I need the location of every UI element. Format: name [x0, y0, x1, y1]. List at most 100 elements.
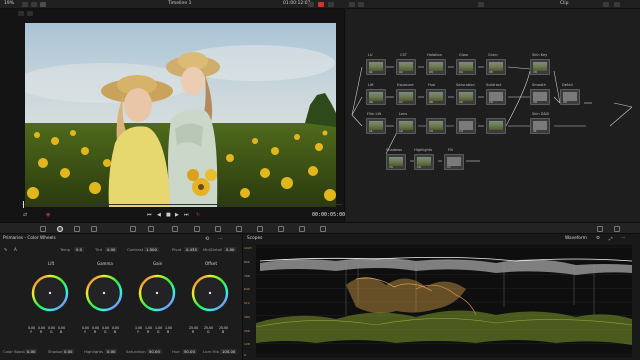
info-icon[interactable] [614, 226, 620, 232]
gamma-wheel[interactable] [85, 274, 123, 312]
shadow-value[interactable]: 0.00 [62, 349, 75, 354]
middetail-label: Mid/Detail [203, 247, 223, 252]
gain-wheel[interactable] [138, 274, 176, 312]
node-14[interactable]: 14 [456, 118, 476, 134]
key-icon[interactable] [278, 226, 284, 232]
node-11[interactable]: 11 [366, 118, 386, 134]
saturation-value[interactable]: 50.00 [147, 349, 162, 354]
node-editor[interactable]: 01 LU 02 CST 03 Halation 04 Glow 05 Grai… [346, 9, 640, 222]
rgb-mixer-icon[interactable] [74, 226, 80, 232]
camera-raw-icon[interactable] [40, 226, 46, 232]
node-12[interactable]: 12 [396, 118, 416, 134]
sizing-icon[interactable] [299, 226, 305, 232]
node-17[interactable]: 17 [444, 154, 464, 170]
lift-r-channel: R [40, 330, 43, 334]
magic-mask-icon[interactable] [236, 226, 242, 232]
stop-button[interactable]: ■ [166, 212, 171, 218]
node-10[interactable]: 10 [486, 89, 506, 105]
temp-value[interactable]: 0.0 [74, 247, 85, 252]
primaries-panel: Primaries - Color Wheels ⟲ ⋯ ✎ A Temp 0.… [0, 234, 243, 360]
lift-wheel[interactable] [31, 274, 69, 312]
tracker-icon[interactable] [215, 226, 221, 232]
color-wheels-icon[interactable] [57, 226, 63, 232]
window-icon[interactable] [194, 226, 200, 232]
node-16[interactable]: 16 [414, 154, 434, 170]
curves-icon[interactable] [130, 226, 136, 232]
color-boost-value[interactable]: 0.00 [25, 349, 38, 354]
playhead[interactable] [23, 201, 24, 208]
loop-icon[interactable]: ⇄ [23, 212, 27, 218]
reset-icon[interactable]: ⟲ [205, 236, 209, 242]
zoom-level[interactable]: 19% [4, 1, 14, 6]
offset-r-channel: R [192, 330, 195, 334]
mark-in-icon[interactable] [18, 11, 24, 16]
record-indicator-icon[interactable] [318, 1, 324, 7]
node-15[interactable]: 15 [386, 154, 406, 170]
offset-b-channel: B [222, 330, 225, 334]
play-button[interactable]: ▶ [175, 212, 179, 218]
gain-b-channel: B [167, 330, 170, 334]
node-08[interactable]: 08 [426, 89, 446, 105]
node-05[interactable]: 05 [486, 59, 506, 75]
node-13[interactable]: 13 [426, 118, 446, 134]
node-09[interactable]: 09 [456, 89, 476, 105]
enlarge-viewer-icon[interactable] [328, 1, 334, 7]
blur-icon[interactable] [257, 226, 263, 232]
contrast-value[interactable]: 1.000 [144, 247, 159, 252]
node-18[interactable]: 18 [530, 59, 550, 75]
node-thumbnail [489, 121, 503, 130]
timeline-name[interactable]: Timeline 1 [168, 1, 191, 6]
node-20[interactable]: 20 [560, 89, 580, 105]
scope-options-icon[interactable]: ⋯ [621, 236, 626, 241]
tint-value[interactable]: 0.00 [105, 247, 118, 252]
offset-label: Offset [205, 261, 218, 266]
auto-balance-icon[interactable]: A [14, 247, 17, 252]
node-02[interactable]: 02 [396, 59, 416, 75]
play-reverse-button[interactable]: ◀ [157, 212, 161, 218]
color-warper-icon[interactable] [148, 226, 154, 232]
hue-value[interactable]: 50.00 [182, 349, 197, 354]
go-to-start-button[interactable]: ⏮ [147, 212, 152, 218]
scopes-icon[interactable] [597, 226, 603, 232]
transport-bar: ⇄ ◉ ⏮ ◀ ■ ▶ ⏭ ↻ 00:00:05:00 [0, 201, 345, 222]
clip-mode[interactable]: Clip [560, 1, 569, 6]
node-07[interactable]: 07 [396, 89, 416, 105]
eyedropper-icon[interactable]: ✎ [4, 247, 7, 252]
scrubber-track[interactable] [22, 204, 342, 205]
node-01[interactable]: 01 [366, 59, 386, 75]
loop-button[interactable]: ↻ [196, 212, 200, 218]
node-hand-icon[interactable] [358, 1, 364, 7]
motion-effects-icon[interactable] [91, 226, 97, 232]
go-to-end-button[interactable]: ⏭ [184, 212, 189, 218]
pivot-value[interactable]: 0.435 [184, 247, 199, 252]
offset-wheel[interactable] [191, 274, 229, 312]
node-more-icon[interactable] [614, 1, 620, 7]
node-19[interactable]: 19 [530, 89, 550, 105]
middetail-value[interactable]: 0.00 [224, 247, 237, 252]
node-options-icon[interactable] [603, 1, 609, 7]
lum-mix-label: Lum Mix [203, 349, 219, 354]
node-pointer-icon[interactable] [349, 1, 355, 7]
panel-options-icon[interactable]: ⋯ [218, 236, 223, 242]
highlight-icon[interactable] [27, 11, 33, 16]
qualifier-icon[interactable] [172, 226, 178, 232]
3d-icon[interactable] [320, 226, 326, 232]
audio-icon[interactable]: ◉ [46, 212, 50, 218]
node-04[interactable]: 04 [456, 59, 476, 75]
scope-settings-icon[interactable]: ⚙ [596, 236, 600, 241]
node-03[interactable]: 03 [426, 59, 446, 75]
lum-mix-value[interactable]: 100.00 [220, 349, 238, 354]
viewer-options-icon[interactable] [308, 1, 314, 7]
wipe-icon[interactable] [40, 1, 46, 7]
scope-mode-select[interactable]: Waveform [565, 236, 587, 241]
node-21[interactable]: 21 [530, 118, 550, 134]
node-zoom-icon[interactable] [478, 1, 484, 7]
highlights-value[interactable]: 0.00 [105, 349, 118, 354]
viewer-layout-icon[interactable] [22, 1, 28, 7]
node-06[interactable]: 06 [366, 89, 386, 105]
video-frame[interactable] [25, 23, 336, 207]
node-14b[interactable] [486, 118, 506, 134]
scope-expand-icon[interactable]: ⤢ [609, 236, 613, 242]
gallery-icon[interactable] [31, 1, 37, 7]
node-label: Lens [399, 112, 408, 116]
